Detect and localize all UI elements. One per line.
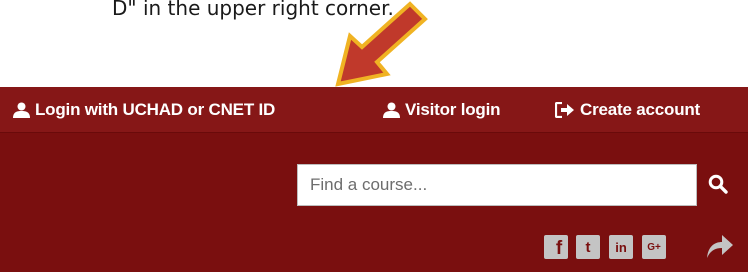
create-account-label: Create account — [580, 99, 701, 119]
twitter-glyph: t — [585, 238, 591, 256]
site-header: Login with UCHAD or CNET ID Visitor logi… — [0, 87, 748, 272]
facebook-icon[interactable]: f — [544, 235, 568, 259]
visitor-login-label: Visitor login — [405, 99, 501, 119]
course-search-box — [297, 164, 697, 206]
google-plus-glyph: G+ — [647, 241, 661, 253]
login-uchad-link[interactable]: Login with UCHAD or CNET ID — [13, 87, 275, 132]
user-icon — [13, 102, 30, 118]
twitter-icon[interactable]: t — [576, 235, 600, 259]
linkedin-glyph: in — [615, 239, 627, 255]
sign-in-icon — [555, 101, 574, 118]
facebook-glyph: f — [555, 238, 563, 259]
share-icon[interactable] — [705, 232, 735, 260]
search-icon[interactable] — [708, 174, 728, 194]
pointer-arrow-icon — [335, 1, 428, 87]
user-icon — [383, 102, 400, 118]
top-login-bar: Login with UCHAD or CNET ID Visitor logi… — [0, 87, 748, 133]
visitor-login-link[interactable]: Visitor login — [383, 87, 501, 132]
create-account-link[interactable]: Create account — [555, 87, 700, 132]
google-plus-icon[interactable]: G+ — [642, 235, 666, 259]
linkedin-icon[interactable]: in — [609, 235, 633, 259]
course-search-input[interactable] — [298, 165, 696, 205]
login-uchad-label: Login with UCHAD or CNET ID — [35, 99, 276, 119]
